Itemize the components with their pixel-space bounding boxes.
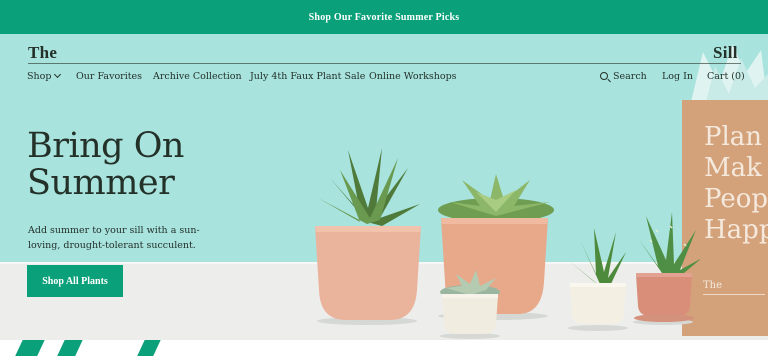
chevron-down-icon bbox=[54, 70, 62, 79]
promo-banner[interactable]: Shop Our Favorite Summer Picks bbox=[0, 0, 768, 34]
white-pot-right bbox=[570, 284, 626, 324]
bag-line-4: Happ bbox=[704, 215, 768, 245]
green-stripe bbox=[55, 340, 83, 356]
succulent-plants-image bbox=[315, 148, 700, 339]
nav-faux-plant-sale[interactable]: July 4th Faux Plant Sale bbox=[250, 71, 365, 82]
small-white-pot bbox=[442, 295, 498, 334]
bag-divider bbox=[703, 294, 765, 295]
next-section-preview bbox=[0, 340, 768, 356]
search-label: Search bbox=[613, 71, 647, 82]
zebra-plant bbox=[638, 212, 700, 278]
bag-brand-text: The bbox=[703, 280, 723, 291]
headline-line-2: Summer bbox=[27, 163, 175, 203]
cart-link[interactable]: Cart (0) bbox=[707, 71, 745, 82]
logo-left[interactable]: The bbox=[28, 43, 57, 63]
search-icon bbox=[600, 72, 608, 80]
header-divider bbox=[28, 63, 741, 64]
green-stripe bbox=[135, 340, 161, 356]
headline-line-1: Bring On bbox=[27, 126, 184, 166]
nav-our-favorites[interactable]: Our Favorites bbox=[76, 71, 142, 82]
bag-line-3: Peop bbox=[704, 184, 768, 214]
nav-shop[interactable]: Shop bbox=[27, 70, 62, 82]
bag-line-2: Mak bbox=[704, 153, 762, 183]
search-button[interactable]: Search bbox=[600, 71, 647, 82]
login-link[interactable]: Log In bbox=[662, 71, 693, 82]
bag-line-1: Plan bbox=[704, 122, 763, 152]
hero-headline: Bring On Summer bbox=[27, 128, 277, 202]
bag-print: Plan Mak Peop Happ bbox=[704, 122, 768, 246]
shop-all-plants-button[interactable]: Shop All Plants bbox=[27, 265, 123, 297]
nav-online-workshops[interactable]: Online Workshops bbox=[369, 71, 457, 82]
haworthia-plant bbox=[568, 228, 626, 286]
big-pot-left bbox=[315, 226, 421, 320]
terracotta-pot bbox=[636, 274, 692, 316]
echeveria-plant bbox=[438, 174, 554, 222]
nav-shop-label: Shop bbox=[27, 71, 52, 82]
green-stripe bbox=[13, 340, 45, 356]
aloe-plant bbox=[318, 148, 420, 226]
logo-right[interactable]: Sill bbox=[713, 43, 738, 63]
hero-subtext: Add summer to your sill with a sun-lovin… bbox=[28, 225, 200, 251]
nav-archive-collection[interactable]: Archive Collection bbox=[153, 71, 242, 82]
promo-link[interactable]: Shop Our Favorite Summer Picks bbox=[309, 12, 460, 23]
